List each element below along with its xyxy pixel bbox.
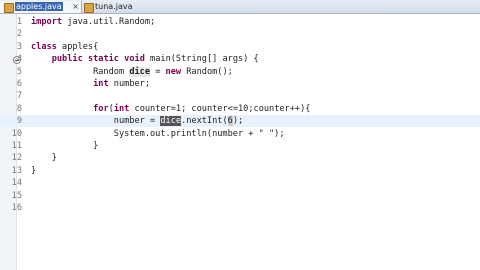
code-text: } xyxy=(31,165,37,176)
code-text: import java.util.Random; xyxy=(31,17,156,27)
line-number: 13 xyxy=(11,165,22,176)
code-line[interactable]: 11 } xyxy=(0,140,480,152)
highlighted-variable: dice xyxy=(129,66,151,77)
code-text: public static void main(String[] args) { xyxy=(51,54,259,65)
line-number: 7 xyxy=(16,91,22,102)
code-line[interactable]: 6 int number; xyxy=(0,78,480,90)
line-number: 3 xyxy=(16,41,22,52)
code-line[interactable]: 12 } xyxy=(0,152,480,164)
code-text: } xyxy=(31,141,99,151)
java-file-icon xyxy=(84,3,94,13)
code-line[interactable]: 5 Random dice = new Random(); xyxy=(0,66,480,78)
code-line[interactable]: 3 class apples{ xyxy=(0,41,480,53)
code-text: Random dice = new Random(); xyxy=(31,66,233,77)
code-text: class apples{ xyxy=(31,41,99,52)
close-tab-icon[interactable]: × xyxy=(72,1,79,13)
code-line[interactable]: 4 public static void main(String[] args)… xyxy=(0,53,480,65)
tab-tuna-java[interactable]: tuna.java xyxy=(80,1,153,13)
line-number: 15 xyxy=(11,190,22,201)
code-line[interactable]: 7 xyxy=(0,90,480,102)
keyword: int xyxy=(93,79,109,89)
line-number: 1 xyxy=(16,17,22,27)
line-number: 12 xyxy=(11,153,22,164)
code-line[interactable]: 9 number = dice.nextInt(6); xyxy=(0,115,480,128)
keyword: void xyxy=(124,54,145,65)
line-number: 2 xyxy=(16,29,22,40)
code-line[interactable]: 1 import java.util.Random; xyxy=(0,16,480,28)
line-number: 6 xyxy=(16,79,22,89)
tab-apples-java[interactable]: apples.java × xyxy=(0,1,82,13)
code-text: } xyxy=(31,153,57,164)
editor-tab-bar: apples.java × tuna.java xyxy=(0,0,480,14)
tab-label: tuna.java xyxy=(95,2,133,11)
java-file-icon xyxy=(4,3,14,13)
line-number: 8 xyxy=(16,103,22,114)
code-line[interactable]: 2 xyxy=(0,28,480,40)
keyword: public xyxy=(51,54,83,65)
tab-label: apples.java xyxy=(15,2,63,11)
code-line[interactable]: 15 xyxy=(0,190,480,202)
code-text: number = dice.nextInt(6); xyxy=(31,116,244,127)
code-line[interactable]: 13} xyxy=(0,165,480,177)
line-number: 5 xyxy=(16,66,22,77)
code-line[interactable]: 16 xyxy=(0,202,480,214)
code-text: int number; xyxy=(93,79,151,89)
code-text: for(int counter=1; counter<=10;counter++… xyxy=(93,103,311,114)
code-text: System.out.println(number + " "); xyxy=(31,128,285,139)
bracket-highlight: 6 xyxy=(227,116,233,127)
keyword: int xyxy=(113,103,130,114)
keyword: import xyxy=(31,17,63,27)
keyword: for xyxy=(93,103,109,114)
line-number: 10 xyxy=(11,128,22,139)
line-number: 14 xyxy=(11,178,22,189)
selected-text: dice xyxy=(160,116,182,127)
keyword: new xyxy=(165,66,182,77)
code-line[interactable]: 10 System.out.println(number + " "); xyxy=(0,128,480,140)
line-number: 9 xyxy=(16,116,22,127)
code-line[interactable]: 8 for(int counter=1; counter<=10;counter… xyxy=(0,103,480,115)
code-line[interactable]: 14 xyxy=(0,177,480,189)
keyword: class xyxy=(31,41,57,52)
keyword: static xyxy=(87,54,119,65)
line-number: 11 xyxy=(11,141,22,151)
line-number: 16 xyxy=(11,203,22,213)
